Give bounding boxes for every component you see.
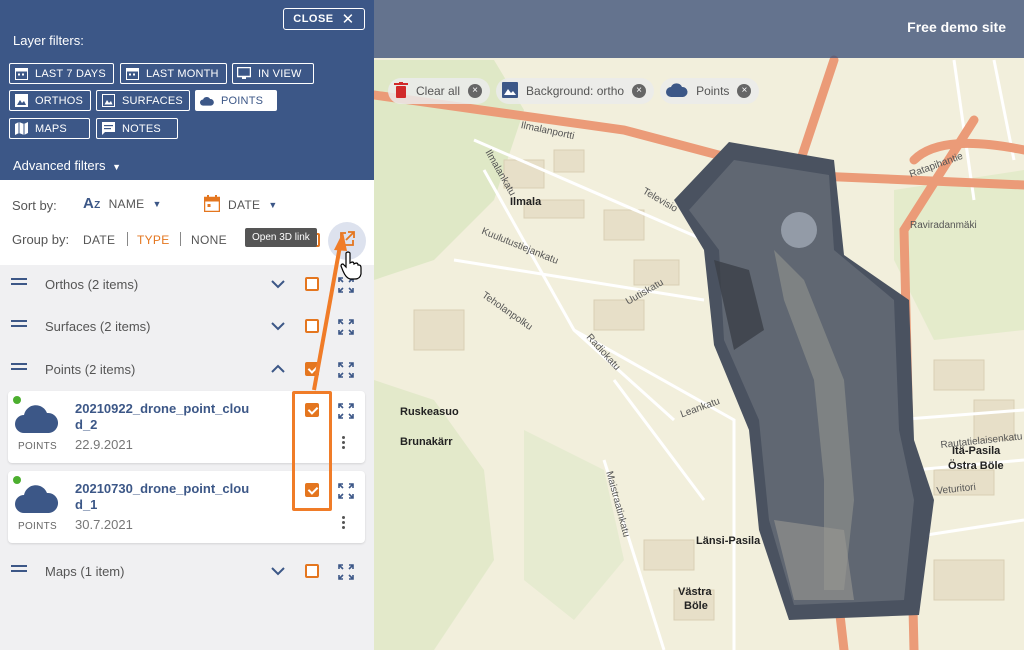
cloud-icon <box>666 82 688 100</box>
map-view[interactable]: Ilmala Ruskeasuo Brunakärr Länsi-Pasila … <box>374 0 1024 650</box>
chip-label: Background: ortho <box>526 84 625 98</box>
layers-sidebar: CLOSE ✕ Layer filters: LAST 7 DAYS LAST … <box>0 0 374 650</box>
active-filter-chips: Clear all × Background: ortho × Points × <box>388 78 760 104</box>
map-label: Raviradanmäki <box>910 220 977 231</box>
clear-all-chip[interactable]: Clear all × <box>388 78 491 104</box>
map-label: Länsi-Pasila <box>696 535 761 547</box>
close-icon[interactable]: × <box>468 84 483 98</box>
map-label: Ruskeasuo <box>400 406 459 418</box>
map-label: Östra Böle <box>948 460 1004 472</box>
image-icon <box>502 81 519 101</box>
map-label: Ilmala <box>510 196 542 208</box>
hand-cursor-icon <box>340 251 362 280</box>
trash-icon <box>394 81 408 101</box>
close-icon[interactable]: × <box>632 84 647 98</box>
map-top-bar: Free demo site <box>374 0 1024 58</box>
chip-label: Clear all <box>416 84 461 98</box>
annotation-arrow <box>312 232 347 391</box>
points-chip[interactable]: Points × <box>660 78 760 104</box>
map-label: Västra <box>678 586 712 598</box>
map-label: Brunakärr <box>400 436 453 448</box>
close-icon[interactable]: × <box>737 84 752 98</box>
background-chip[interactable]: Background: ortho × <box>496 78 655 104</box>
site-title: Free demo site <box>907 19 1006 35</box>
chip-label: Points <box>696 84 730 98</box>
map-label: Böle <box>684 600 708 612</box>
